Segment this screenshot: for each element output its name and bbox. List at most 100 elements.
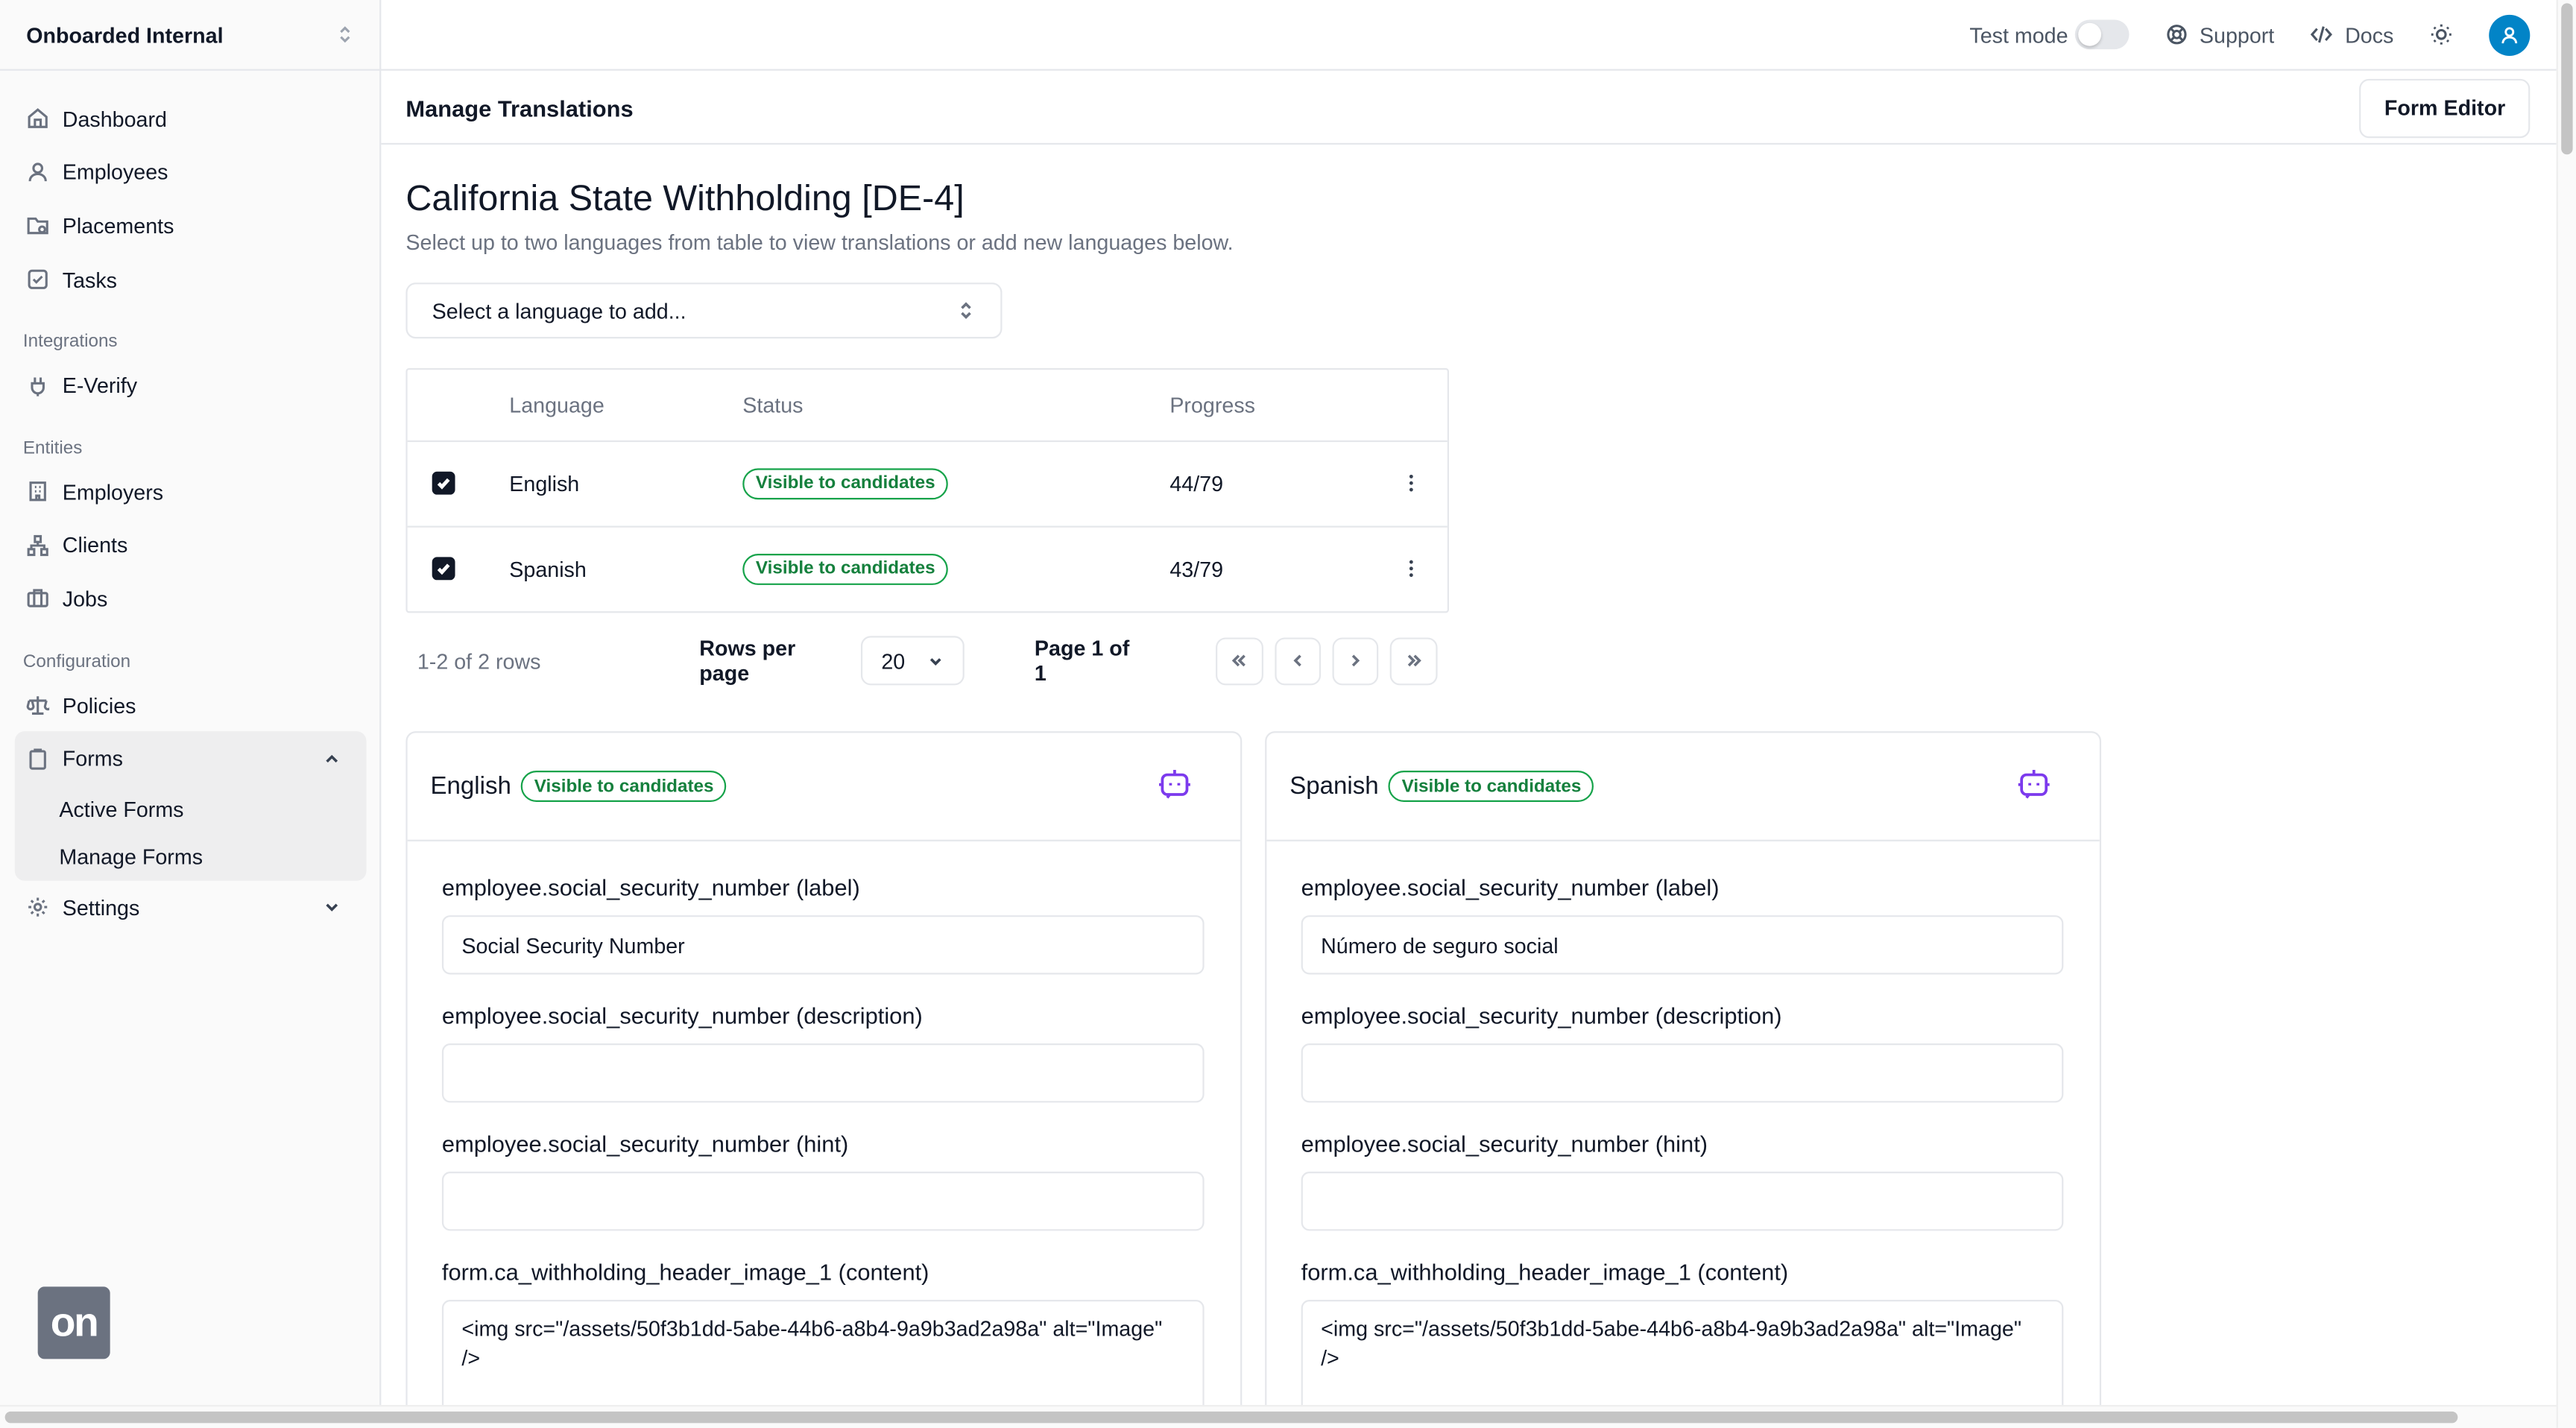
next-page-button[interactable] xyxy=(1332,636,1380,685)
support-label: Support xyxy=(2199,22,2275,47)
vertical-scrollbar[interactable] xyxy=(2556,0,2576,1428)
field-label: employee.social_security_number (descrip… xyxy=(441,1002,923,1029)
sidebar-item-policies[interactable]: Policies xyxy=(0,678,381,732)
status-badge: Visible to candidates xyxy=(742,553,949,585)
chevron-up-down-icon xyxy=(961,302,971,320)
cell-progress: 44/79 xyxy=(1169,471,1224,496)
scale-icon xyxy=(26,696,50,715)
network-icon xyxy=(27,534,48,556)
check-icon xyxy=(437,478,450,490)
code-icon xyxy=(2311,26,2333,43)
org-name: Onboarded Internal xyxy=(26,22,224,47)
briefcase-icon xyxy=(27,590,48,608)
section-label-configuration: Configuration xyxy=(22,651,131,672)
table-row: English Visible to candidates 44/79 xyxy=(407,442,1448,527)
chevron-up-down-icon xyxy=(340,26,350,43)
sidebar-item-forms[interactable]: Forms xyxy=(15,732,367,786)
theme-toggle[interactable] xyxy=(2430,23,2453,46)
folder-icon xyxy=(27,218,48,236)
row-menu-button[interactable] xyxy=(1375,557,1448,581)
sidebar-item-label: Employers xyxy=(62,479,164,505)
sidebar-item-employers[interactable]: Employers xyxy=(0,465,381,519)
test-mode-switch[interactable] xyxy=(2074,19,2130,50)
sidebar-item-clients[interactable]: Clients xyxy=(0,519,381,572)
chevron-right-icon xyxy=(1352,654,1360,667)
field-label: employee.social_security_number (hint) xyxy=(1301,1130,1708,1157)
sidebar-item-label: Forms xyxy=(62,746,123,771)
support-link[interactable]: Support xyxy=(2165,22,2275,47)
row-menu-button[interactable] xyxy=(1375,472,1448,495)
language-select[interactable]: Select a language to add... xyxy=(405,282,1003,339)
building-icon xyxy=(29,481,46,502)
sidebar-item-tasks[interactable]: Tasks xyxy=(0,253,381,306)
row-checkbox[interactable] xyxy=(432,472,455,496)
status-badge: Visible to candidates xyxy=(1388,771,1594,802)
chevrons-right-icon xyxy=(1407,654,1421,667)
sidebar-item-settings[interactable]: Settings xyxy=(0,881,381,935)
sidebar-item-placements[interactable]: Placements xyxy=(0,199,381,253)
panel-language-title: English xyxy=(430,772,511,800)
translation-input[interactable] xyxy=(441,1043,1205,1103)
scrollbar-thumb[interactable] xyxy=(2561,3,2573,155)
panel-language-title: Spanish xyxy=(1289,772,1379,800)
form-editor-button[interactable]: Form Editor xyxy=(2359,78,2531,138)
scrollbar-thumb[interactable] xyxy=(4,1411,2458,1424)
column-header-status: Status xyxy=(742,392,804,418)
sidebar-item-label: Placements xyxy=(62,213,174,238)
org-switcher[interactable]: Onboarded Internal xyxy=(0,0,382,71)
translation-panel-spanish: Spanish Visible to candidates employee.s… xyxy=(1265,731,2102,1428)
cell-language: Spanish xyxy=(509,556,587,581)
home-icon xyxy=(28,108,48,129)
bot-icon xyxy=(2018,769,2050,799)
sidebar-subitem-active-forms[interactable]: Active Forms xyxy=(15,786,367,833)
sidebar-item-jobs[interactable]: Jobs xyxy=(0,572,381,626)
ai-translate-button[interactable] xyxy=(2015,764,2051,809)
sidebar-subitem-manage-forms[interactable]: Manage Forms xyxy=(15,833,367,881)
column-header-language: Language xyxy=(509,392,604,418)
test-mode-toggle[interactable]: Test mode xyxy=(1969,19,2130,50)
test-mode-label: Test mode xyxy=(1969,22,2068,47)
bot-icon xyxy=(1158,769,1190,799)
last-page-button[interactable] xyxy=(1390,636,1438,685)
status-badge: Visible to candidates xyxy=(742,467,949,499)
horizontal-scrollbar[interactable] xyxy=(0,1405,2557,1428)
sidebar-item-dashboard[interactable]: Dashboard xyxy=(0,92,381,145)
translation-input[interactable] xyxy=(441,1172,1205,1231)
column-header-progress: Progress xyxy=(1169,392,1256,418)
translation-input[interactable]: Social Security Number xyxy=(441,915,1205,975)
sidebar-item-label: Settings xyxy=(62,895,140,920)
sidebar-item-label: Dashboard xyxy=(62,106,167,131)
translation-input[interactable] xyxy=(1301,1043,2064,1103)
translation-panel-english: English Visible to candidates employee.s… xyxy=(405,731,1243,1428)
rows-per-page-select[interactable]: 20 xyxy=(861,636,965,686)
sidebar-item-label: Jobs xyxy=(62,587,108,612)
translation-input[interactable] xyxy=(1301,1172,2064,1231)
sidebar: Onboarded Internal Dashboard Employees P… xyxy=(0,0,382,1428)
section-label-entities: Entities xyxy=(22,438,83,459)
checkbox-icon xyxy=(28,269,48,290)
form-title: California State Withholding [DE-4] xyxy=(405,177,965,219)
panel-body: employee.social_security_number (label) … xyxy=(1266,841,2099,1428)
page-indicator: Page 1 of 1 xyxy=(1034,636,1130,686)
plug-icon xyxy=(31,376,45,396)
chevrons-left-icon xyxy=(1232,654,1246,667)
gear-icon xyxy=(28,898,48,917)
translation-input[interactable]: Número de seguro social xyxy=(1301,915,2064,975)
panel-body: employee.social_security_number (label) … xyxy=(408,841,1240,1428)
field-label: employee.social_security_number (descrip… xyxy=(1301,1002,1782,1029)
chevron-up-icon xyxy=(326,754,338,762)
sidebar-item-employees[interactable]: Employees xyxy=(0,145,381,199)
sidebar-nav: Dashboard Employees Placements Tasks Int… xyxy=(0,92,381,934)
first-page-button[interactable] xyxy=(1216,636,1263,685)
previous-page-button[interactable] xyxy=(1274,636,1322,685)
docs-link[interactable]: Docs xyxy=(2311,22,2393,47)
ai-translate-button[interactable] xyxy=(1157,764,1193,809)
field-label: employee.social_security_number (hint) xyxy=(441,1130,849,1157)
forms-group: Forms Active Forms Manage Forms xyxy=(14,731,367,881)
clipboard-icon xyxy=(29,748,46,769)
more-vertical-icon xyxy=(1409,475,1413,493)
row-checkbox[interactable] xyxy=(432,557,455,581)
sidebar-item-e-verify[interactable]: E-Verify xyxy=(0,358,381,412)
field-label: employee.social_security_number (label) xyxy=(441,873,860,901)
avatar[interactable] xyxy=(2489,13,2531,55)
